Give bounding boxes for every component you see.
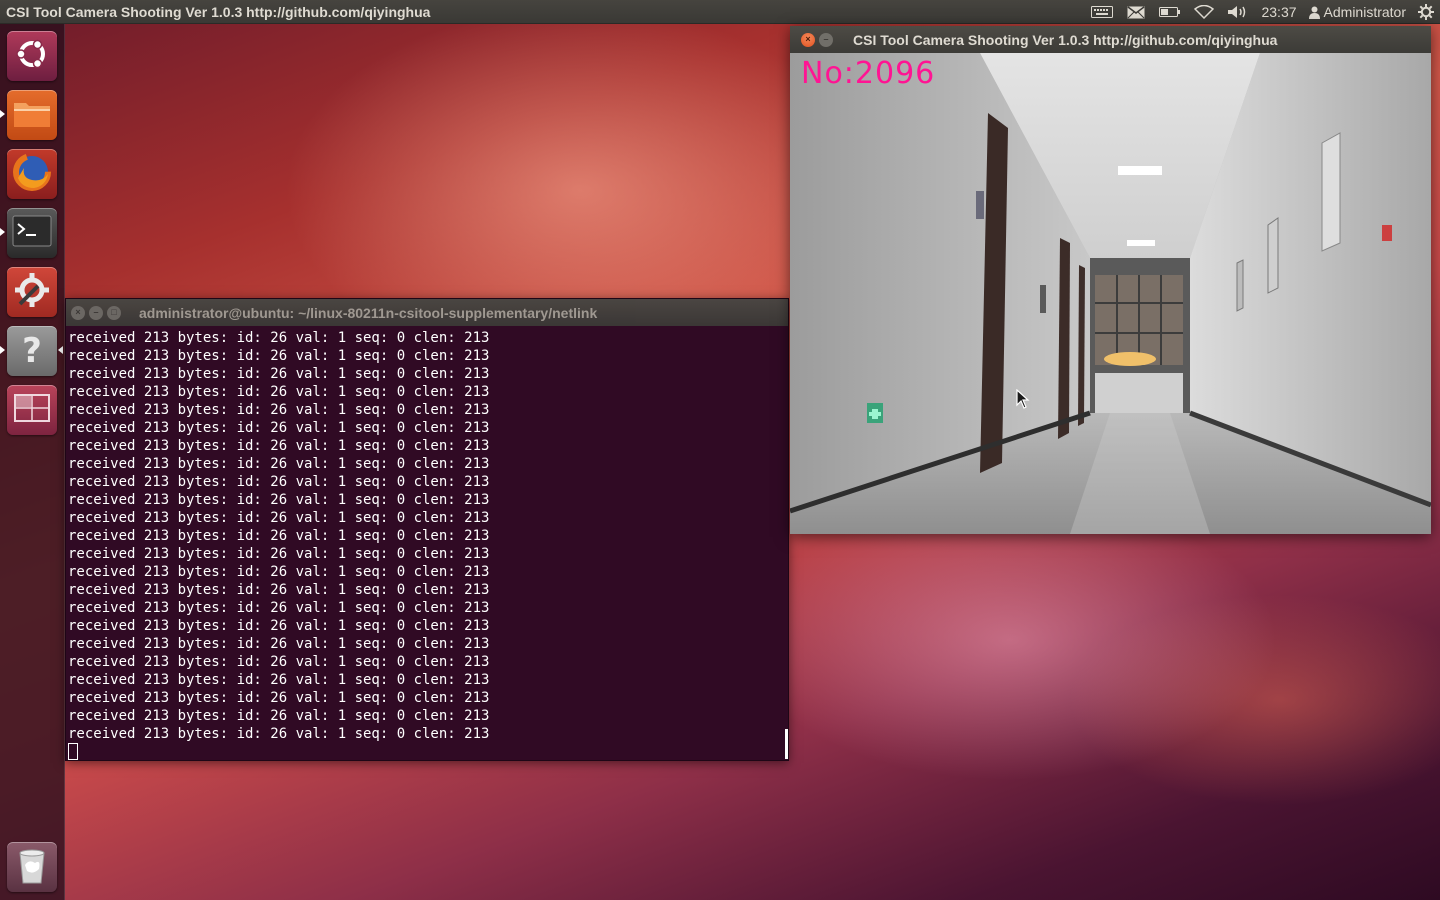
terminal-line: received 213 bytes: id: 26 val: 1 seq: 0…	[68, 420, 490, 436]
terminal-output[interactable]: received 213 bytes: id: 26 val: 1 seq: 0…	[66, 326, 788, 761]
launcher-system-settings[interactable]	[7, 267, 57, 317]
gear-icon[interactable]	[1418, 4, 1434, 20]
launcher-dash-home[interactable]	[7, 31, 57, 81]
launcher-trash[interactable]	[7, 842, 57, 892]
volume-icon[interactable]	[1227, 5, 1249, 19]
terminal-line: received 213 bytes: id: 26 val: 1 seq: 0…	[68, 402, 490, 418]
terminal-line: received 213 bytes: id: 26 val: 1 seq: 0…	[68, 672, 490, 688]
terminal-line: received 213 bytes: id: 26 val: 1 seq: 0…	[68, 546, 490, 562]
close-button[interactable]: ×	[801, 32, 815, 47]
terminal-line: received 213 bytes: id: 26 val: 1 seq: 0…	[68, 690, 490, 706]
terminal-line: received 213 bytes: id: 26 val: 1 seq: 0…	[68, 618, 490, 634]
launcher-help[interactable]: ?	[7, 326, 57, 376]
terminal-line: received 213 bytes: id: 26 val: 1 seq: 0…	[68, 654, 490, 670]
camera-title: CSI Tool Camera Shooting Ver 1.0.3 http:…	[853, 31, 1278, 48]
terminal-line: received 213 bytes: id: 26 val: 1 seq: 0…	[68, 474, 490, 490]
user-icon	[1309, 5, 1321, 19]
firefox-icon	[12, 152, 52, 197]
launcher-workspace-switcher[interactable]	[7, 385, 57, 435]
terminal-line: received 213 bytes: id: 26 val: 1 seq: 0…	[68, 438, 490, 454]
help-icon: ?	[22, 331, 42, 371]
terminal-window[interactable]: × – □ administrator@ubuntu: ~/linux-8021…	[65, 298, 789, 761]
terminal-scrollbar[interactable]	[785, 729, 788, 759]
terminal-icon	[12, 215, 52, 252]
terminal-line: received 213 bytes: id: 26 val: 1 seq: 0…	[68, 348, 490, 364]
ubuntu-logo-icon	[15, 37, 49, 76]
keyboard-icon[interactable]	[1091, 5, 1114, 19]
terminal-titlebar[interactable]: × – □ administrator@ubuntu: ~/linux-8021…	[66, 299, 788, 326]
camera-window[interactable]: × – CSI Tool Camera Shooting Ver 1.0.3 h…	[790, 26, 1431, 534]
running-indicator	[0, 228, 5, 236]
terminal-line: received 213 bytes: id: 26 val: 1 seq: 0…	[68, 330, 490, 346]
terminal-title: administrator@ubuntu: ~/linux-80211n-csi…	[139, 304, 598, 321]
terminal-line: received 213 bytes: id: 26 val: 1 seq: 0…	[68, 510, 490, 526]
wifi-icon[interactable]	[1193, 5, 1215, 19]
terminal-line: received 213 bytes: id: 26 val: 1 seq: 0…	[68, 726, 490, 742]
battery-icon[interactable]	[1159, 5, 1181, 19]
corridor-image	[790, 53, 1431, 534]
minimize-button[interactable]: –	[89, 305, 103, 320]
terminal-line: received 213 bytes: id: 26 val: 1 seq: 0…	[68, 708, 490, 724]
mouse-pointer-icon	[1016, 388, 1030, 414]
terminal-line: received 213 bytes: id: 26 val: 1 seq: 0…	[68, 384, 490, 400]
terminal-line: received 213 bytes: id: 26 val: 1 seq: 0…	[68, 492, 490, 508]
mail-icon[interactable]	[1125, 5, 1147, 19]
settings-icon	[12, 270, 52, 315]
running-indicator	[0, 346, 5, 354]
frame-counter: No:2096	[801, 56, 936, 91]
close-button[interactable]: ×	[71, 305, 85, 320]
maximize-button[interactable]: □	[107, 305, 121, 320]
terminal-line: received 213 bytes: id: 26 val: 1 seq: 0…	[68, 528, 490, 544]
folder-icon	[12, 97, 52, 134]
camera-titlebar[interactable]: × – CSI Tool Camera Shooting Ver 1.0.3 h…	[790, 26, 1431, 53]
terminal-line: received 213 bytes: id: 26 val: 1 seq: 0…	[68, 636, 490, 652]
text-cursor	[68, 743, 78, 760]
launcher-files[interactable]	[7, 90, 57, 140]
launcher-firefox[interactable]	[7, 149, 57, 199]
trash-icon	[15, 845, 49, 890]
active-app-title[interactable]: CSI Tool Camera Shooting Ver 1.0.3 http:…	[0, 4, 430, 20]
clock[interactable]: 23:37	[1261, 4, 1296, 20]
launcher: ?	[0, 24, 65, 900]
focused-indicator	[58, 346, 63, 354]
terminal-line: received 213 bytes: id: 26 val: 1 seq: 0…	[68, 564, 490, 580]
terminal-line: received 213 bytes: id: 26 val: 1 seq: 0…	[68, 600, 490, 616]
launcher-terminal[interactable]	[7, 208, 57, 258]
terminal-line: received 213 bytes: id: 26 val: 1 seq: 0…	[68, 366, 490, 382]
user-name: Administrator	[1323, 4, 1406, 20]
running-indicator	[0, 110, 5, 118]
workspaces-icon	[14, 393, 50, 427]
indicator-area: 23:37 Administrator	[1091, 0, 1434, 24]
top-panel: CSI Tool Camera Shooting Ver 1.0.3 http:…	[0, 0, 1440, 24]
camera-preview: No:2096	[790, 53, 1431, 534]
terminal-line: received 213 bytes: id: 26 val: 1 seq: 0…	[68, 456, 490, 472]
terminal-line: received 213 bytes: id: 26 val: 1 seq: 0…	[68, 582, 490, 598]
user-menu[interactable]: Administrator	[1309, 4, 1406, 20]
minimize-button[interactable]: –	[819, 32, 833, 47]
